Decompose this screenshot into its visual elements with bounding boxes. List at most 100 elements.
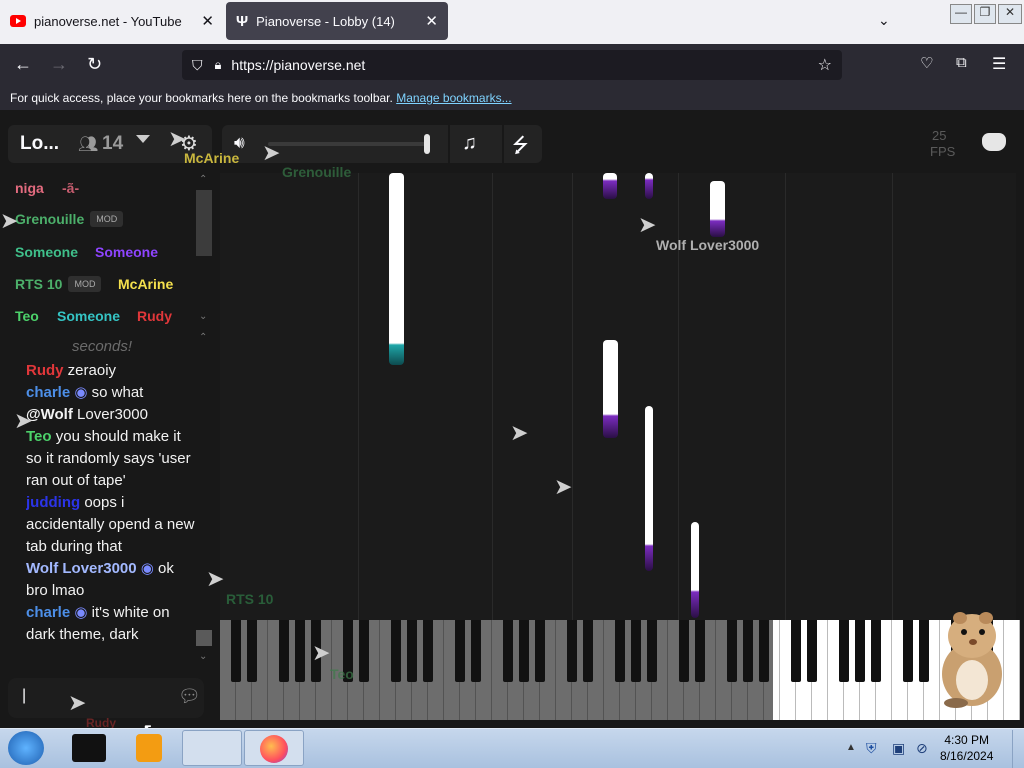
chat-input[interactable]: | 💬︎ — [8, 678, 204, 718]
discord-icon: ◉ — [140, 560, 154, 577]
pianoverse-icon: Ψ — [236, 12, 249, 30]
cursor-arrow-icon: ➤ — [312, 640, 331, 665]
user-chip[interactable]: Someone — [57, 308, 120, 324]
taskbar-clock[interactable]: 4:30 PM 8/16/2024 — [940, 732, 993, 764]
shield-icon[interactable]: ⛉ — [192, 57, 203, 74]
black-key[interactable] — [855, 620, 865, 682]
black-key[interactable] — [919, 620, 929, 682]
volume-slider-handle[interactable] — [424, 134, 430, 154]
tray-volume-icon[interactable]: ⊘ — [916, 740, 928, 757]
firefox-icon[interactable] — [244, 730, 304, 766]
maximize-button[interactable]: ❐ — [974, 4, 996, 24]
star-icon[interactable]: ☆ — [818, 55, 832, 75]
falling-note — [389, 173, 404, 365]
divider — [502, 125, 504, 163]
tray-expand-icon[interactable]: ▲ — [846, 742, 856, 753]
cursor-arrow-icon: ➤ — [168, 126, 187, 151]
chat-scroll-down-icon[interactable]: ⌄ — [199, 651, 207, 662]
app-hamster-icon[interactable] — [182, 730, 242, 766]
tray-network-icon[interactable]: ▣ — [892, 740, 905, 757]
start-button[interactable] — [8, 731, 44, 765]
cursor-arrow-icon: ➤ — [206, 566, 225, 591]
scroll-up-icon[interactable]: ⌃ — [199, 174, 207, 185]
cursor-arrow-icon: ➤ — [638, 212, 657, 237]
chat-scrollbar[interactable] — [196, 630, 212, 646]
cursor-arrow-icon: ➤ — [0, 208, 19, 233]
user-chip[interactable]: Teo — [15, 308, 39, 324]
music-note-icon[interactable]: ♫ — [462, 132, 477, 155]
tray-shield-icon[interactable]: ⛨ — [866, 740, 877, 757]
falling-note — [710, 181, 725, 237]
user-chip[interactable]: Rudy — [137, 308, 172, 324]
pocket-icon[interactable]: ♡ — [920, 54, 933, 72]
chat-message: Wolf Lover3000 ◉ ok bro lmao — [26, 560, 174, 599]
extensions-icon[interactable]: ⧉ — [956, 54, 967, 71]
black-key[interactable] — [871, 620, 881, 682]
url-text[interactable]: https://pianoverse.net — [231, 57, 365, 73]
user-chip[interactable]: niga — [15, 180, 44, 196]
user-count: 14 — [102, 133, 124, 154]
discord-icon: ◉ — [74, 604, 88, 621]
chat-message: Rudy zeraoiy — [26, 362, 117, 379]
chat-bubble-icon[interactable]: 💬︎ — [178, 686, 201, 707]
tab-label: pianoverse.net - YouTube — [34, 13, 182, 29]
chat-log: Rudy zeraoiy charle ◉ so what @Wolf Love… — [26, 360, 196, 665]
black-key[interactable] — [903, 620, 913, 682]
minimize-button[interactable]: — — [950, 4, 972, 24]
user-chip[interactable]: -ã- — [62, 180, 79, 196]
manage-bookmarks-link[interactable]: Manage bookmarks... — [396, 91, 511, 105]
tab-label: Pianoverse - Lobby (14) — [256, 13, 395, 29]
cursor-arrow-icon: ➤ — [510, 420, 529, 445]
chat-scroll-up-icon[interactable]: ⌃ — [199, 332, 207, 343]
piano-roll — [220, 173, 1016, 620]
cursor-label: Wolf Lover3000 — [656, 237, 760, 253]
clock-date: 8/16/2024 — [940, 749, 994, 763]
userlist-scrollbar[interactable] — [196, 190, 212, 256]
clock-time: 4:30 PM — [944, 733, 990, 747]
show-desktop-button[interactable] — [1012, 730, 1024, 768]
user-chip[interactable]: Someone — [95, 244, 158, 260]
scroll-down-icon[interactable]: ⌄ — [199, 311, 207, 322]
users-icon: 👥︎ — [78, 136, 99, 153]
close-icon[interactable]: ✕ — [425, 12, 438, 30]
chat-message: charle ◉ so what — [26, 384, 144, 401]
cursor-label: RTS 10 — [226, 591, 274, 607]
cursor-arrow-icon: ➤ — [68, 690, 87, 715]
chat-system-message: seconds! — [72, 338, 133, 355]
hamster-mascot — [930, 608, 1010, 708]
menu-icon[interactable]: ☰ — [992, 54, 1006, 74]
chat-input-value[interactable]: | — [22, 687, 26, 705]
room-name[interactable]: Lo... — [20, 133, 59, 155]
user-chip[interactable]: Someone — [15, 244, 78, 260]
room-dropdown-icon[interactable] — [136, 135, 150, 143]
black-key[interactable] — [807, 620, 817, 682]
falling-note — [645, 406, 653, 571]
lock-icon[interactable]: 🔒︎ — [215, 57, 222, 73]
url-bar[interactable]: ⛉ 🔒︎ https://pianoverse.net ☆ — [182, 50, 842, 80]
user-chip[interactable]: RTS 10 MOD — [15, 276, 102, 292]
close-window-button[interactable]: ✕ — [998, 4, 1022, 24]
user-chip[interactable]: McArine — [118, 276, 173, 292]
forward-icon[interactable]: → — [50, 54, 68, 75]
cursor-label: Grenouille — [282, 164, 352, 180]
tab-pianoverse[interactable]: Ψ Pianoverse - Lobby (14) ✕ — [226, 2, 448, 40]
falling-note — [603, 173, 617, 199]
status-panel: 25 FPS — [920, 125, 1016, 163]
usb-icon[interactable]: ⭍ — [512, 131, 529, 165]
reload-icon[interactable]: ↻ — [87, 54, 102, 75]
volume-slider[interactable] — [268, 142, 430, 146]
black-key[interactable] — [791, 620, 801, 682]
user-chip[interactable]: Grenouille MOD — [15, 211, 124, 227]
tab-youtube[interactable]: pianoverse.net - YouTube ✕ — [0, 2, 224, 40]
discord-icon: ◉ — [74, 384, 88, 401]
cursor-label: Teo — [330, 666, 354, 682]
app-media-icon[interactable] — [136, 734, 162, 762]
discord-icon[interactable] — [982, 133, 1006, 151]
falling-note — [691, 522, 699, 618]
app-terminal-icon[interactable] — [72, 734, 106, 762]
close-icon[interactable]: ✕ — [201, 12, 214, 30]
bookmarks-toolbar: For quick access, place your bookmarks h… — [0, 86, 1024, 110]
back-icon[interactable]: ← — [14, 54, 32, 75]
black-key[interactable] — [839, 620, 849, 682]
list-all-tabs-icon[interactable]: ⌄ — [878, 12, 890, 29]
